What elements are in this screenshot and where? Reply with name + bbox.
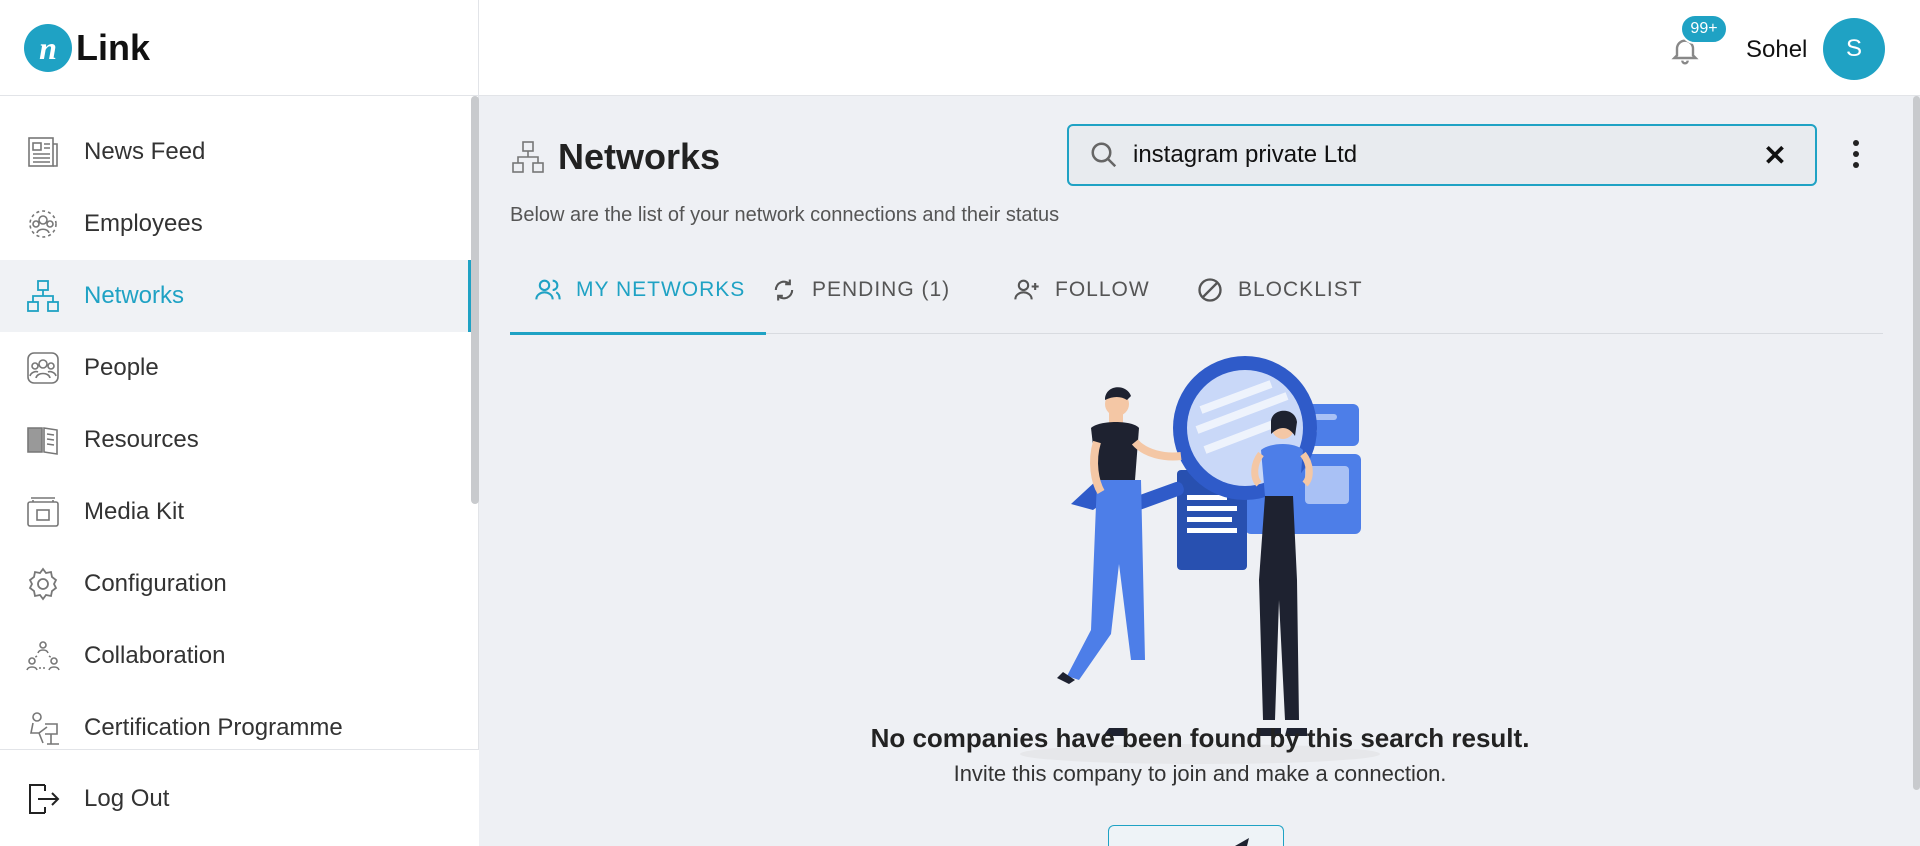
tab-label: MY NETWORKS	[576, 278, 746, 301]
network-icon	[512, 141, 544, 173]
page-header: Networks	[510, 136, 720, 178]
block-icon	[1198, 278, 1222, 302]
tab-label: FOLLOW	[1055, 278, 1150, 301]
empty-state-message: Invite this company to join and make a c…	[953, 761, 1447, 786]
tab-blocklist[interactable]: BLOCKLIST	[1196, 246, 1363, 334]
tab-label: BLOCKLIST	[1238, 278, 1363, 301]
people-icon	[24, 349, 62, 387]
gear-icon	[24, 565, 62, 603]
search-input[interactable]	[1133, 141, 1755, 169]
logout-section: Log Out	[0, 749, 479, 846]
media-kit-icon	[24, 493, 62, 531]
sidebar-item-resources[interactable]: Resources	[0, 404, 472, 476]
sidebar-item-label: Resources	[84, 426, 199, 453]
sidebar-item-label: Collaboration	[84, 642, 226, 669]
network-icon	[24, 277, 62, 315]
main-content: Networks Below are the list of your netw…	[480, 96, 1920, 846]
users-icon	[535, 279, 561, 300]
page-title: Networks	[558, 136, 721, 177]
logo-text: Link	[76, 27, 151, 68]
sidebar-scrollbar[interactable]	[471, 96, 479, 504]
brand[interactable]: n Link	[0, 0, 479, 96]
tab-label: PENDING (1)	[812, 278, 951, 301]
sidebar-item-people[interactable]: People	[0, 332, 472, 404]
newspaper-icon	[24, 133, 62, 171]
notification-badge[interactable]: 99+	[1680, 14, 1728, 44]
user-add-icon	[1014, 279, 1039, 300]
sidebar-item-label: Certification Programme	[84, 714, 343, 741]
empty-state-title: No companies have been found by this sea…	[870, 723, 1530, 753]
sidebar: News Feed Employees Networks People Reso…	[0, 96, 479, 846]
certification-icon	[24, 709, 62, 747]
empty-search-illustration	[1020, 356, 1380, 764]
book-icon	[24, 421, 62, 459]
search-icon	[1091, 142, 1117, 168]
send-icon	[1235, 838, 1249, 846]
clear-search-button[interactable]: ✕	[1755, 135, 1795, 175]
main-scrollbar[interactable]	[1913, 96, 1920, 790]
avatar[interactable]: S	[1823, 18, 1885, 80]
logout-icon	[24, 780, 62, 818]
employees-icon	[24, 205, 62, 243]
collaboration-icon	[24, 637, 62, 675]
logout-button[interactable]: Log Out	[0, 763, 472, 835]
sidebar-item-employees[interactable]: Employees	[0, 188, 472, 260]
sidebar-item-networks[interactable]: Networks	[0, 260, 472, 332]
page-subtitle: Below are the list of your network conne…	[510, 204, 1060, 226]
tab-follow[interactable]: FOLLOW	[1013, 246, 1150, 334]
sidebar-item-label: Employees	[84, 210, 203, 237]
sidebar-item-label: Configuration	[84, 570, 227, 597]
more-options-icon[interactable]	[1846, 136, 1866, 172]
search-box[interactable]: ✕	[1067, 124, 1817, 186]
sidebar-item-label: News Feed	[84, 138, 206, 165]
tab-my-networks[interactable]: MY NETWORKS	[510, 246, 766, 335]
sidebar-item-news-feed[interactable]: News Feed	[0, 116, 472, 188]
sidebar-item-configuration[interactable]: Configuration	[0, 548, 472, 620]
sidebar-item-collaboration[interactable]: Collaboration	[0, 620, 472, 692]
refresh-icon	[774, 279, 794, 301]
sidebar-item-label: Networks	[84, 282, 185, 309]
invite-button[interactable]	[1108, 825, 1284, 846]
logo-icon: n	[24, 24, 72, 72]
tab-pending[interactable]: PENDING (1)	[770, 246, 950, 334]
user-name[interactable]: Sohel	[1746, 36, 1807, 64]
sidebar-item-media-kit[interactable]: Media Kit	[0, 476, 472, 548]
sidebar-item-label: Media Kit	[84, 498, 185, 525]
top-bar: n Link 99+ Sohel S	[0, 0, 1920, 96]
sidebar-item-label: People	[84, 354, 159, 381]
logout-label: Log Out	[84, 785, 170, 812]
